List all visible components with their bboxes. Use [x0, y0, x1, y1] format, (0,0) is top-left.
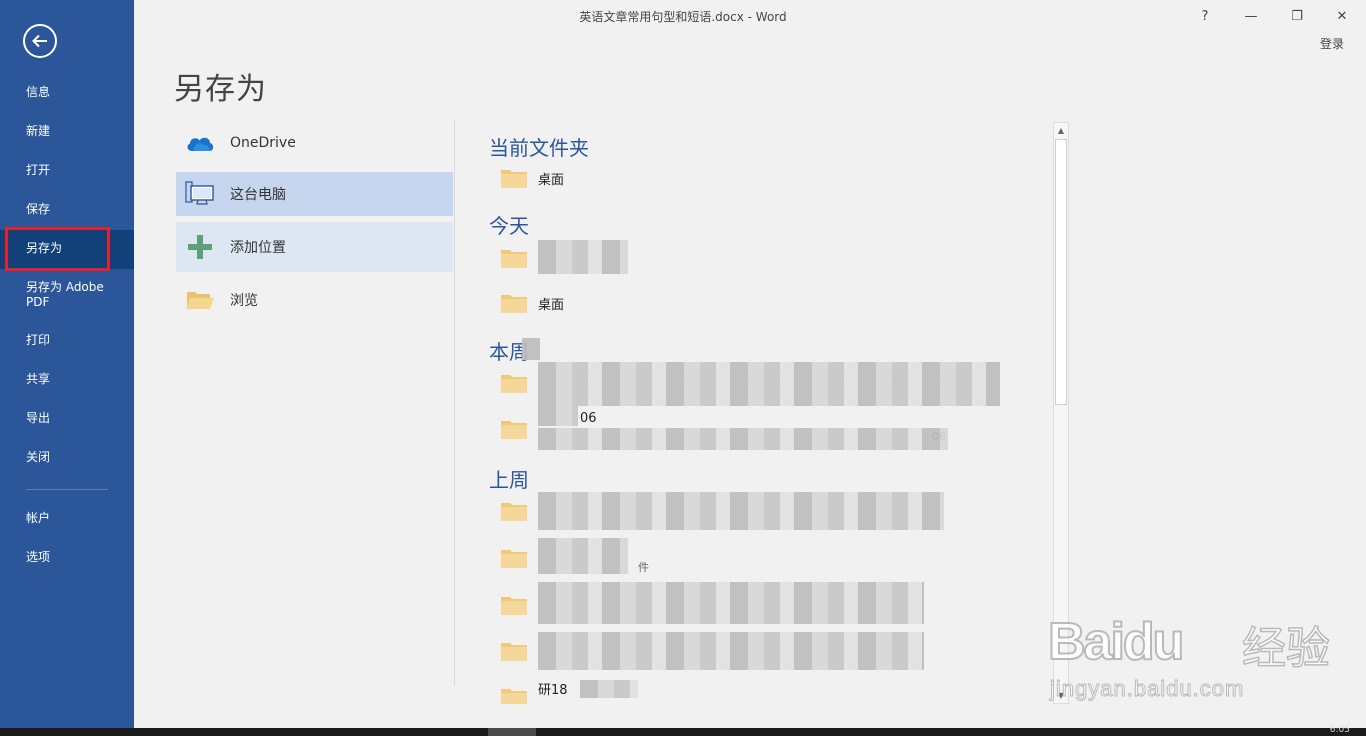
location-label: 这台电脑: [230, 187, 286, 203]
folder-item[interactable]: 研18: [500, 676, 1020, 704]
back-button[interactable]: [23, 24, 57, 58]
location-onedrive[interactable]: OneDrive: [176, 121, 453, 165]
folder-path: 件: [638, 561, 649, 574]
nav-info[interactable]: 信息: [0, 85, 134, 100]
nav-print[interactable]: 打印: [0, 333, 134, 348]
nav-open[interactable]: 打开: [0, 163, 134, 178]
folder-icon: [501, 597, 527, 615]
scroll-thumb[interactable]: [1055, 139, 1067, 405]
nav-account[interactable]: 帐户: [0, 511, 134, 526]
nav-export[interactable]: 导出: [0, 411, 134, 426]
location-this-pc[interactable]: 这台电脑: [176, 172, 453, 216]
baidu-watermark: Baidu 经验 jingyan.baidu.com: [1047, 590, 1348, 710]
nav-save-as[interactable]: 另存为: [0, 230, 134, 269]
nav-save[interactable]: 保存: [0, 202, 134, 217]
folder-icon: [501, 689, 527, 704]
folder-icon: [501, 170, 527, 188]
folder-icon: [501, 375, 527, 393]
nav-divider: [26, 489, 108, 490]
folder-name: 06: [580, 411, 597, 426]
onedrive-cloud-icon: [178, 132, 222, 154]
nav-share[interactable]: 共享: [0, 372, 134, 387]
plus-icon: [178, 234, 222, 260]
minimize-button[interactable]: —: [1231, 4, 1271, 28]
folder-item[interactable]: [500, 490, 1020, 534]
nav-new[interactable]: 新建: [0, 124, 134, 139]
folder-icon: [501, 503, 527, 521]
folder-item[interactable]: 桌面: [500, 282, 1020, 326]
folder-icon: [501, 250, 527, 268]
column-divider: [454, 120, 455, 686]
group-today: 今天: [489, 214, 529, 238]
scroll-up-arrow-icon[interactable]: ▲: [1054, 123, 1068, 138]
nav-options[interactable]: 选项: [0, 550, 134, 565]
nav-save-as-adobe-pdf[interactable]: 另存为 Adobe PDF: [0, 280, 120, 310]
help-button[interactable]: ?: [1185, 4, 1225, 28]
taskbar: 6:05: [0, 725, 1366, 736]
group-last-week: 上周: [489, 468, 529, 492]
watermark-brand-suffix: 经验: [1241, 622, 1331, 675]
folder-item[interactable]: [500, 630, 1020, 674]
folder-icon: [501, 550, 527, 568]
scroll-down-arrow-icon[interactable]: ▼: [1054, 688, 1068, 703]
folder-icon: [501, 295, 527, 313]
location-label: OneDrive: [230, 135, 296, 151]
restore-button[interactable]: ❐: [1277, 4, 1317, 28]
group-this-week: 本周: [489, 340, 529, 364]
location-label: 添加位置: [230, 240, 286, 256]
nav-close[interactable]: 关闭: [0, 450, 134, 465]
folder-item[interactable]: 件: [500, 537, 1020, 581]
window-title: 英语文章常用句型和短语.docx - Word: [579, 10, 787, 24]
close-button[interactable]: ✕: [1322, 4, 1362, 28]
folder-name: 桌面: [538, 298, 565, 313]
folder-path: 06: [932, 430, 946, 443]
folder-item[interactable]: [500, 584, 1020, 628]
page-title: 另存为: [174, 72, 267, 107]
taskbar-clock: 6:05: [1329, 725, 1350, 735]
folder-item[interactable]: [500, 237, 1020, 281]
folder-icon: [501, 421, 527, 439]
recent-scrollbar[interactable]: ▲ ▼: [1053, 122, 1069, 704]
location-browse[interactable]: 浏览: [176, 278, 453, 322]
taskbar-app-button[interactable]: [488, 728, 536, 736]
folder-name: 研18: [538, 683, 568, 698]
arrow-left-icon: [32, 34, 47, 48]
folder-item[interactable]: 桌面: [500, 157, 1020, 201]
backstage-sidebar: 信息 新建 打开 保存 另存为 另存为 Adobe PDF 打印 共享 导出 关…: [0, 0, 134, 728]
folder-item[interactable]: [500, 362, 1020, 406]
folder-open-icon: [178, 289, 222, 311]
folder-icon: [501, 643, 527, 661]
computer-icon: [178, 181, 222, 207]
location-label: 浏览: [230, 293, 258, 309]
folder-name: 桌面: [538, 173, 565, 188]
location-add-place[interactable]: 添加位置: [176, 222, 453, 272]
folder-item[interactable]: 06 06: [500, 408, 1020, 452]
login-link[interactable]: 登录: [1320, 35, 1344, 52]
watermark-url: jingyan.baidu.com: [1049, 676, 1245, 702]
